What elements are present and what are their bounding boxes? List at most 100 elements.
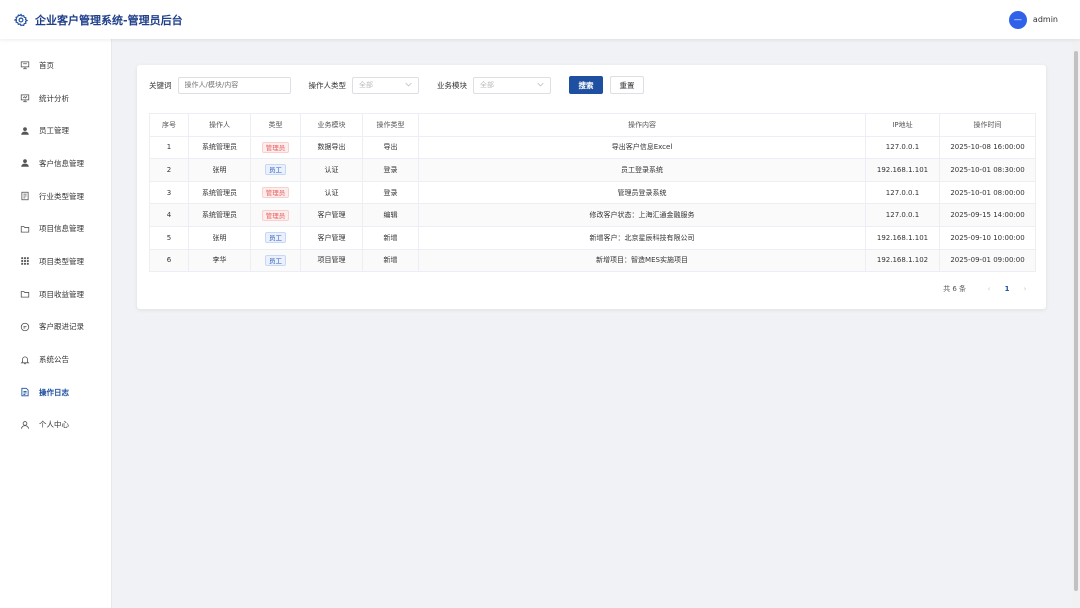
sidebar-item-11[interactable]: 个人中心 [0,409,111,442]
sidebar-item-label: 项目收益管理 [39,289,84,299]
sidebar-item-label: 个人中心 [39,420,69,430]
cell-no: 3 [149,180,189,205]
sidebar-item-9[interactable]: 系统公告 [0,343,111,376]
sidebar-item-label: 系统公告 [39,355,69,365]
column-header: 操作类型 [362,113,419,137]
operator-type-label: 操作人类型 [308,80,347,90]
filter-bar: 关键词 操作人类型 全部 业务模块 全部 搜索 重置 [149,76,644,94]
table-row: 1 系统管理员 管理员 数据导出 导出 导出客户信息Excel 127.0.0.1 2025-… [149,135,1036,160]
cell-action: 登录 [362,180,419,205]
log-card: 关键词 操作人类型 全部 业务模块 全部 搜索 重置 序号操作人类型业务模块操作… [137,65,1046,309]
cell-module: 数据导出 [300,135,363,160]
cell-action: 新增 [362,248,419,273]
table-row: 3 系统管理员 管理员 认证 登录 管理员登录系统 127.0.0.1 2025-10-01 … [149,180,1036,205]
cell-operator: 系统管理员 [188,135,251,160]
operation-log-table: 序号 操作人 类型 业务模块 操作类型 操作内容 IP地址 操作时间 1 系统管理员 管理员 数据导… [149,113,1036,273]
sidebar-item-5[interactable]: 项目信息管理 [0,212,111,245]
role-tag: 管理员 [261,209,290,221]
cell-ip: 127.0.0.1 [865,180,940,205]
document-icon [20,191,30,201]
column-header: 业务模块 [300,113,363,137]
table-body: 1 系统管理员 管理员 数据导出 导出 导出客户信息Excel 127.0.0.1 2025-… [149,135,1036,273]
column-header: 操作内容 [418,113,866,137]
search-button[interactable]: 搜索 [569,76,603,94]
user-icon [20,158,30,168]
keyword-label: 关键词 [149,80,172,90]
cell-time: 2025-10-01 08:30:00 [939,158,1036,182]
sidebar-item-1[interactable]: 统计分析 [0,82,111,115]
sidebar-item-label: 项目类型管理 [39,256,84,266]
module-value: 全部 [480,81,494,89]
sidebar-item-label: 客户信息管理 [39,158,84,168]
cell-time: 2025-10-08 16:00:00 [939,135,1036,160]
cell-time: 2025-09-10 10:00:00 [939,225,1036,250]
cell-ip: 192.168.1.101 [865,158,940,182]
cell-no: 1 [149,135,189,160]
operator-type-select[interactable]: 全部 [352,76,419,94]
sidebar-item-label: 行业类型管理 [39,191,84,201]
cell-module: 认证 [300,158,363,182]
role-tag: 员工 [265,254,286,266]
cell-module: 项目管理 [300,248,363,273]
cell-ip: 127.0.0.1 [865,203,940,227]
cell-no: 4 [149,203,189,227]
cell-content: 修改客户状态：上海汇通金融服务 [418,203,866,227]
folder-icon [20,289,30,299]
cell-type: 管理员 [250,180,301,205]
sidebar-item-8[interactable]: 客户跟进记录 [0,311,111,344]
sidebar-item-0[interactable]: 首页 [0,49,111,82]
sidebar-item-label: 项目信息管理 [39,224,84,234]
column-header: 序号 [149,113,189,137]
cell-action: 编辑 [362,203,419,227]
role-tag: 管理员 [261,187,290,199]
sidebar: 首页统计分析员工管理客户信息管理 行业类型管理 项目信息管理 项目类型管理 项目收益管理… [0,39,112,608]
page-scrollbar[interactable] [1072,39,1080,608]
username[interactable]: admin [1033,15,1058,24]
log-icon [20,387,30,397]
sidebar-item-label: 首页 [39,60,54,70]
cell-action: 导出 [362,135,419,160]
page-number-current[interactable]: 1 [996,285,1018,293]
cell-ip: 192.168.1.101 [865,225,940,250]
grid-icon [20,256,30,266]
cell-content: 新增客户：北京星辰科技有限公司 [418,225,866,250]
cell-type: 管理员 [250,135,301,160]
cell-operator: 张明 [188,225,251,250]
scrollbar-thumb[interactable] [1074,51,1078,591]
avatar[interactable]: — [1008,10,1027,29]
app-title: 企业客户管理系统-管理员后台 [35,13,183,27]
bell-icon [20,355,30,365]
cell-module: 认证 [300,180,363,205]
cell-no: 5 [149,225,189,250]
next-page-icon[interactable]: › [1018,285,1032,293]
sidebar-item-7[interactable]: 项目收益管理 [0,278,111,311]
cell-no: 2 [149,158,189,182]
cell-time: 2025-09-15 14:00:00 [939,203,1036,227]
sidebar-item-label: 统计分析 [39,93,69,103]
cell-type: 管理员 [250,203,301,227]
sidebar-item-6[interactable]: 项目类型管理 [0,245,111,278]
keyword-input[interactable] [177,76,291,94]
table-header-row: 序号 操作人 类型 业务模块 操作类型 操作内容 IP地址 操作时间 [149,113,1036,137]
reset-button[interactable]: 重置 [610,76,644,94]
role-tag: 管理员 [261,141,290,153]
pagination-total: 共 6 条 [943,285,966,293]
sidebar-item-3[interactable]: 客户信息管理 [0,147,111,180]
sidebar-item-label: 操作日志 [39,387,69,397]
prev-page-icon[interactable]: ‹ [982,285,996,293]
top-header: 企业客户管理系统-管理员后台 — admin [0,0,1080,39]
chat-icon [20,322,30,332]
sidebar-item-10[interactable]: 操作日志 [0,376,111,409]
sidebar-item-label: 客户跟进记录 [39,322,84,332]
column-header: 操作人 [188,113,251,137]
cell-operator: 张明 [188,158,251,182]
cell-content: 管理员登录系统 [418,180,866,205]
folder-icon [20,224,30,234]
cell-content: 员工登录系统 [418,158,866,182]
table-row: 2 张明 员工 认证 登录 员工登录系统 192.168.1.101 2025-10-01 0… [149,158,1036,182]
sidebar-item-2[interactable]: 员工管理 [0,114,111,147]
module-label: 业务模块 [437,80,467,90]
cell-module: 客户管理 [300,203,363,227]
module-select[interactable]: 全部 [473,76,551,94]
sidebar-item-4[interactable]: 行业类型管理 [0,180,111,213]
